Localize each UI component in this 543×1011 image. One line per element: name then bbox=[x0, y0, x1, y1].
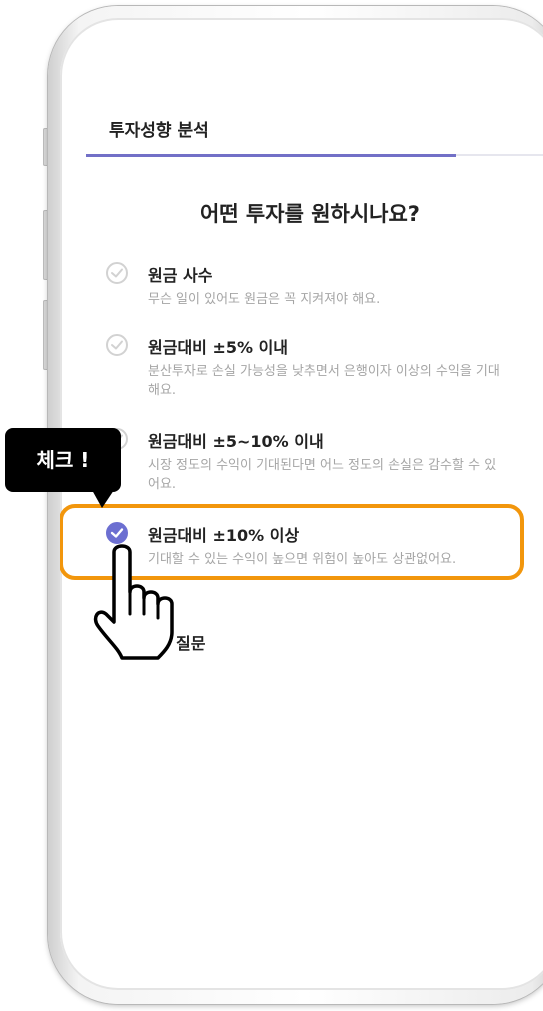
question-text: 어떤 투자를 원하시나요? bbox=[199, 202, 420, 226]
callout-tail bbox=[92, 490, 114, 508]
check-circle-icon[interactable] bbox=[106, 262, 128, 284]
pointing-hand-icon bbox=[92, 540, 192, 668]
phone-screen: 투자성향 분석 어떤 투자를 원하시나요? 원금 사수 무슨 일이 있어도 원금… bbox=[60, 18, 543, 990]
option-title: 원금 사수 bbox=[148, 266, 213, 285]
option-title: 원금대비 ±5% 이내 bbox=[148, 338, 289, 357]
check-circle-icon[interactable] bbox=[106, 334, 128, 356]
callout-bubble: 체크 ! bbox=[5, 428, 121, 492]
page-title: 투자성향 분석 bbox=[109, 121, 209, 141]
option-title: 원금대비 ±5~10% 이내 bbox=[148, 432, 324, 451]
option-description: 무슨 일이 있어도 원금은 꼭 지켜져야 해요. bbox=[148, 292, 381, 307]
progress-bar bbox=[86, 154, 543, 157]
option-description: 분산투자로 손실 가능성을 낮추면서 은행이자 이상의 수익을 기대해요. bbox=[148, 364, 500, 398]
option-description: 시장 정도의 수익이 기대된다면 어느 정도의 손실은 감수할 수 있어요. bbox=[148, 458, 497, 492]
progress-bar-fill bbox=[86, 154, 456, 157]
tutorial-screenshot: 투자성향 분석 어떤 투자를 원하시나요? 원금 사수 무슨 일이 있어도 원금… bbox=[0, 0, 543, 1011]
